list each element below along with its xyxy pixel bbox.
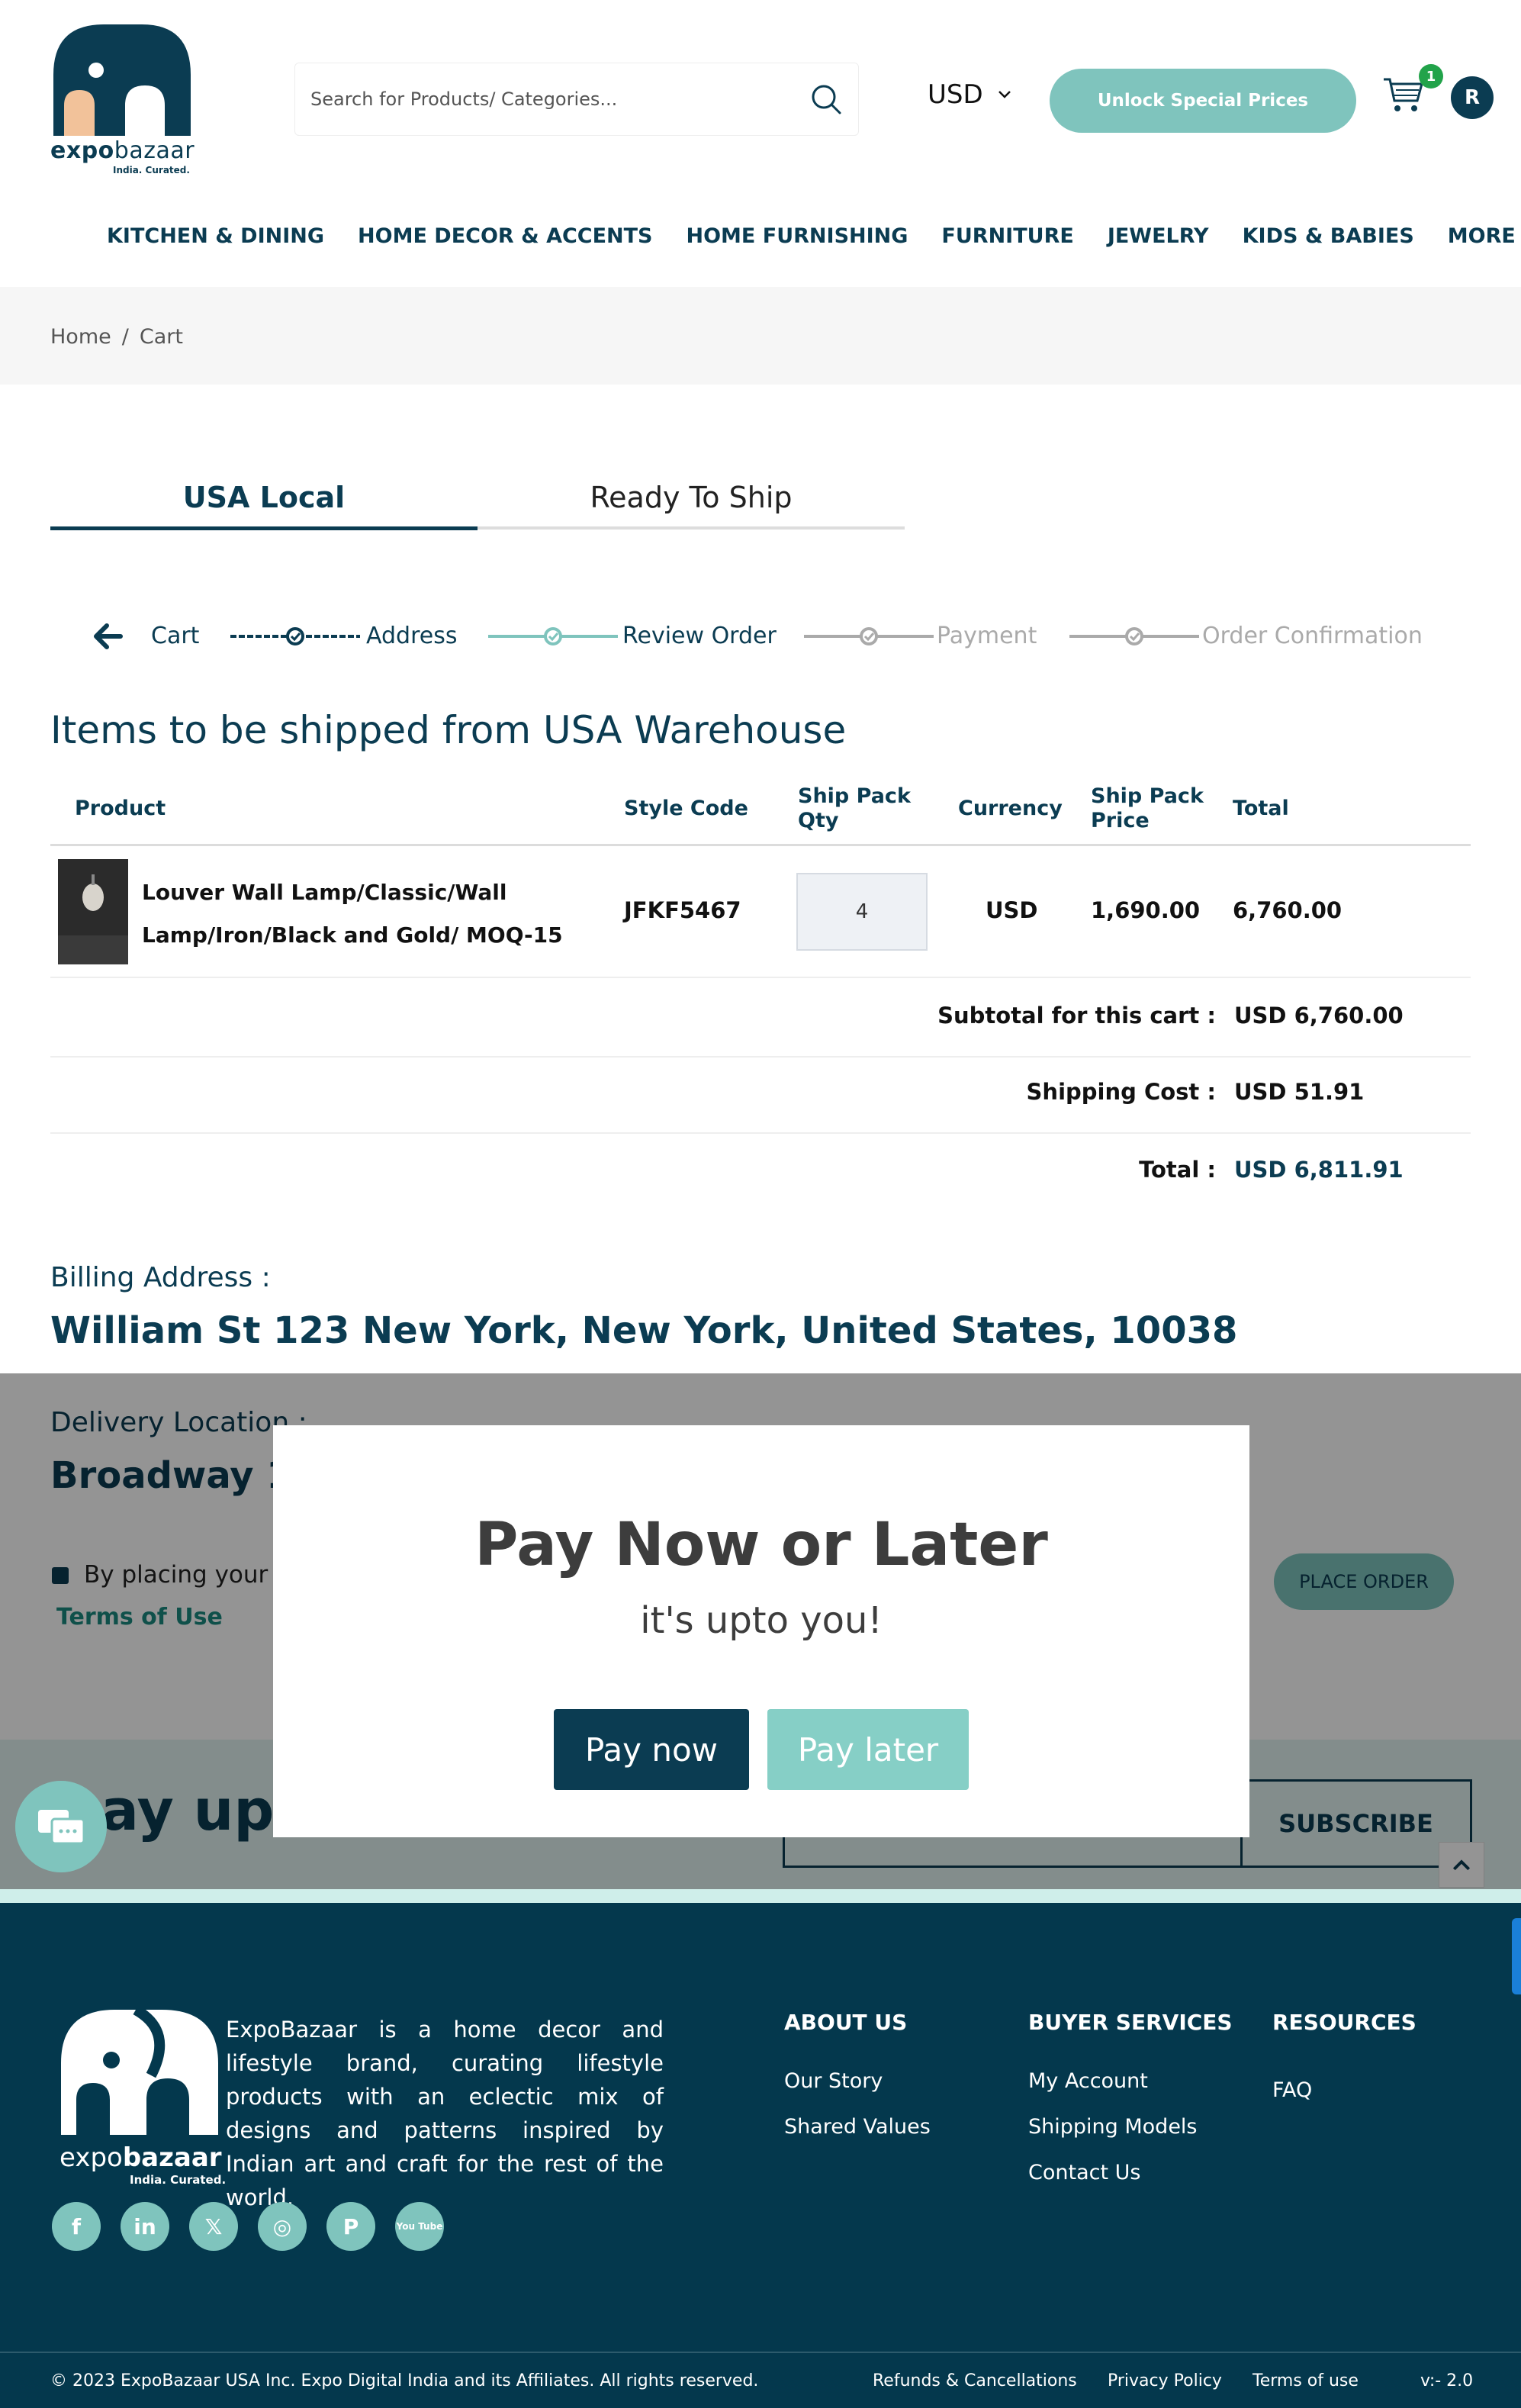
nav-more[interactable]: MORE [1448, 224, 1516, 248]
instagram-icon[interactable]: ◎ [258, 2202, 307, 2251]
table-header-divider [50, 844, 1471, 846]
summary-divider-1 [50, 1056, 1471, 1058]
nav-jewelry[interactable]: JEWELRY [1108, 224, 1209, 248]
nav-kitchen-dining[interactable]: KITCHEN & DINING [107, 224, 324, 248]
modal-subtitle: it's upto you! [640, 1599, 883, 1642]
cart-icon[interactable] [1382, 75, 1425, 114]
back-arrow-icon[interactable] [93, 621, 124, 652]
pay-now-button[interactable]: Pay now [554, 1709, 749, 1790]
x-twitter-icon[interactable]: 𝕏 [189, 2202, 238, 2251]
nav-home-decor[interactable]: HOME DECOR & ACCENTS [358, 224, 652, 248]
footer-version: v:- 2.0 [1420, 2371, 1474, 2390]
breadcrumb-bar [0, 287, 1521, 385]
cart-count-badge: 1 [1419, 64, 1443, 89]
user-avatar[interactable]: R [1451, 76, 1494, 119]
unlock-special-prices-button[interactable]: Unlock Special Prices [1050, 69, 1356, 133]
step-connector-1 [230, 627, 360, 645]
breadcrumb-current: Cart [139, 325, 183, 349]
currency-value: USD [986, 897, 1038, 923]
footer-link-contact-us[interactable]: Contact Us [1028, 2161, 1140, 2184]
facebook-icon[interactable]: f [52, 2202, 101, 2251]
checkout-steps: Cart Address Review Order Payment Order … [50, 616, 1500, 662]
product-name[interactable]: Louver Wall Lamp/Classic/Wall Lamp/Iron/… [142, 871, 569, 957]
row-total-value: 6,760.00 [1233, 897, 1343, 923]
tab-ready-to-ship[interactable]: Ready To Ship [478, 481, 905, 514]
col-ship-pack-qty: Ship Pack Qty [798, 784, 911, 832]
step-address[interactable]: Address [366, 623, 457, 649]
col-currency: Currency [958, 797, 1063, 820]
subtotal-value: USD 6,760.00 [1234, 1003, 1404, 1029]
subtotal-label: Subtotal for this cart : [937, 1003, 1216, 1029]
footer-link-terms[interactable]: Terms of use [1252, 2371, 1359, 2390]
footer-description: ExpoBazaar is a home decor and lifestyle… [226, 2017, 664, 2210]
footer-about-heading: ABOUT US [784, 2010, 908, 2035]
breadcrumb: Home / Cart [50, 325, 183, 349]
footer-link-our-story[interactable]: Our Story [784, 2069, 883, 2093]
footer-divider [0, 2352, 1521, 2353]
items-section-title: Items to be shipped from USA Warehouse [50, 708, 847, 752]
ship-pack-price-value: 1,690.00 [1091, 897, 1201, 923]
newsletter-strip [0, 1889, 1521, 1903]
footer-link-faq[interactable]: FAQ [1272, 2078, 1312, 2102]
currency-value: USD [928, 79, 983, 110]
footer-link-my-account[interactable]: My Account [1028, 2069, 1148, 2093]
shipping-cost-value: USD 51.91 [1234, 1079, 1365, 1105]
nav-furniture[interactable]: FURNITURE [941, 224, 1073, 248]
youtube-icon[interactable]: You Tube [395, 2202, 444, 2251]
logo-text: expobazaar [50, 137, 195, 164]
pay-later-button[interactable]: Pay later [767, 1709, 969, 1790]
currency-select[interactable]: USD [928, 79, 1012, 110]
col-total: Total [1233, 797, 1289, 820]
style-code-value: JFKF5467 [624, 897, 741, 923]
col-style-code: Style Code [624, 797, 748, 820]
logo-tagline: India. Curated. [113, 165, 190, 175]
billing-address-label: Billing Address : [50, 1262, 271, 1293]
main-nav: KITCHEN & DINING HOME DECOR & ACCENTS HO… [107, 224, 1521, 248]
footer-buyer-heading: BUYER SERVICES [1028, 2010, 1233, 2035]
search-bar[interactable]: Search for Products/ Categories... [294, 63, 859, 136]
step-connector-2 [488, 627, 618, 645]
pinterest-icon[interactable]: P [326, 2202, 375, 2251]
row-divider [50, 977, 1471, 978]
footer-copyright: © 2023 ExpoBazaar USA Inc. Expo Digital … [50, 2371, 759, 2390]
modal-title: Pay Now or Later [474, 1511, 1048, 1579]
nav-kids-babies[interactable]: KIDS & BABIES [1243, 224, 1414, 248]
search-input[interactable]: Search for Products/ Categories... [310, 89, 809, 110]
breadcrumb-separator: / [121, 325, 129, 349]
side-feedback-tab[interactable] [1512, 1918, 1521, 1994]
footer-logo-text: expobazaar [59, 2142, 222, 2173]
step-order-confirmation: Order Confirmation [1202, 623, 1423, 649]
breadcrumb-home[interactable]: Home [50, 325, 111, 349]
step-payment: Payment [937, 623, 1037, 649]
total-label: Total : [1139, 1157, 1216, 1183]
chat-icon[interactable] [15, 1781, 107, 1872]
total-value: USD 6,811.91 [1234, 1157, 1404, 1183]
search-icon[interactable] [809, 82, 843, 116]
summary-divider-2 [50, 1132, 1471, 1134]
footer-link-refunds[interactable]: Refunds & Cancellations [873, 2371, 1077, 2390]
nav-home-furnishing[interactable]: HOME FURNISHING [687, 224, 908, 248]
step-connector-4 [1069, 627, 1199, 645]
step-connector-3 [804, 627, 934, 645]
tab-active-underline [50, 526, 478, 530]
chevron-down-icon [998, 91, 1011, 98]
col-product: Product [75, 797, 166, 820]
linkedin-icon[interactable]: in [121, 2202, 169, 2251]
footer-resources-heading: RESOURCES [1272, 2010, 1416, 2035]
tab-usa-local[interactable]: USA Local [50, 481, 478, 514]
product-thumbnail[interactable] [58, 859, 128, 964]
ship-pack-qty-input[interactable]: 4 [796, 873, 928, 951]
footer-logo-tagline: India. Curated. [130, 2173, 227, 2187]
billing-address-value: William St 123 New York, New York, Unite… [50, 1309, 1238, 1352]
footer-link-shipping-models[interactable]: Shipping Models [1028, 2115, 1198, 2139]
footer-link-privacy[interactable]: Privacy Policy [1108, 2371, 1222, 2390]
shipping-cost-label: Shipping Cost : [1026, 1079, 1216, 1105]
footer-logo[interactable] [59, 2008, 220, 2138]
step-review-order[interactable]: Review Order [622, 623, 777, 649]
footer-link-shared-values[interactable]: Shared Values [784, 2115, 931, 2139]
step-cart[interactable]: Cart [151, 623, 199, 649]
col-ship-pack-price: Ship Pack Price [1091, 784, 1204, 832]
